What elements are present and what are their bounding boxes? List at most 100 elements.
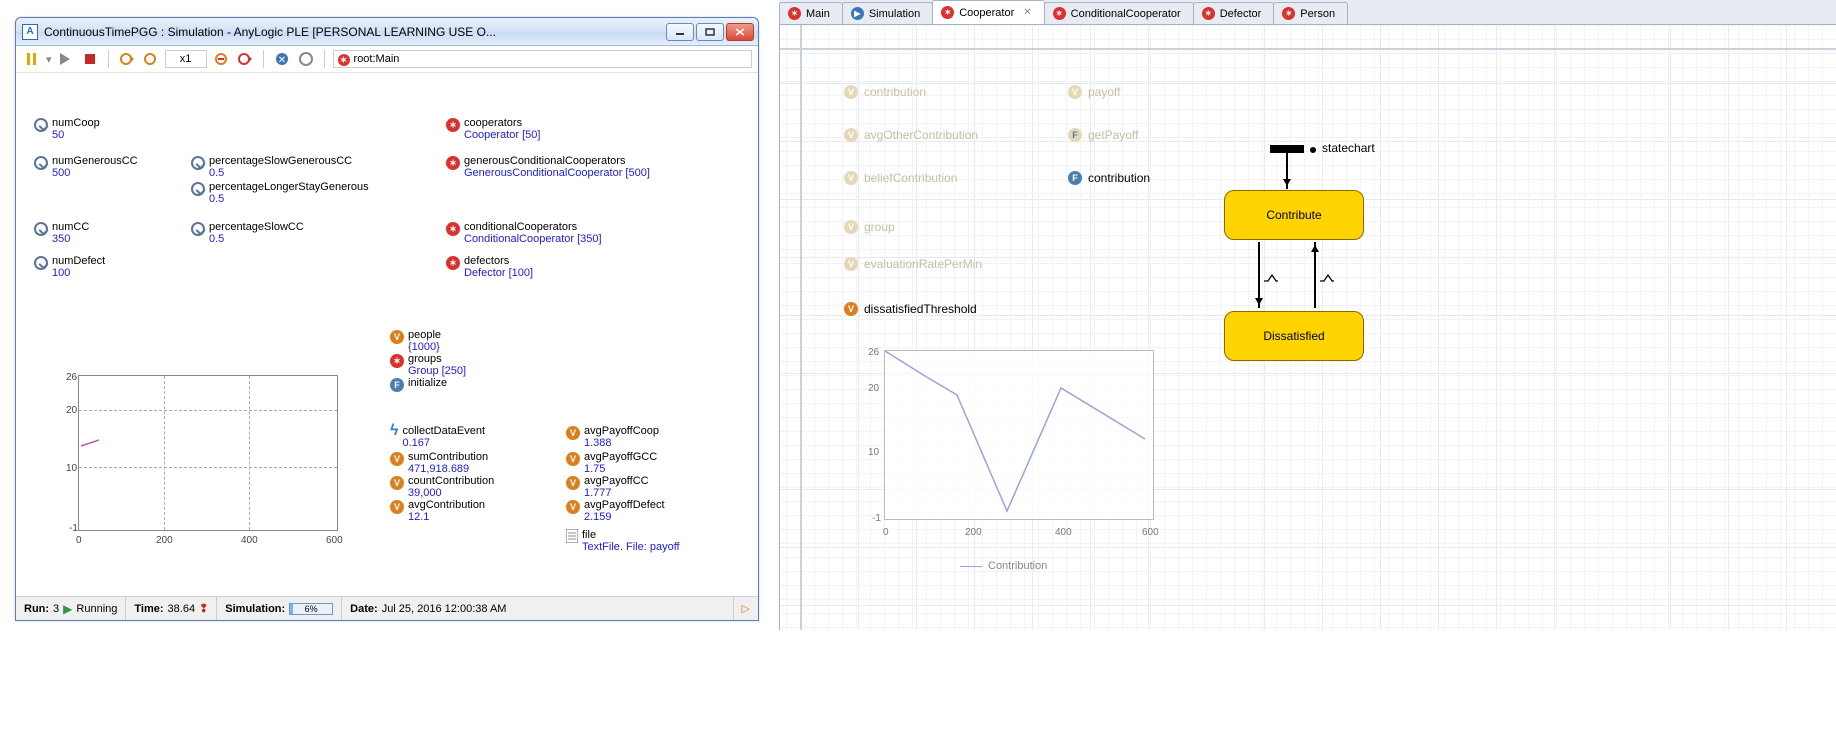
var-people[interactable]: V people {1000} bbox=[390, 329, 441, 353]
var-dissatisfiedThreshold[interactable]: VdissatisfiedThreshold bbox=[844, 302, 977, 316]
fn-label: initialize bbox=[408, 377, 447, 389]
editor-chart-plot bbox=[884, 350, 1154, 520]
x-tick: 0 bbox=[883, 527, 889, 538]
x-tick: 400 bbox=[241, 535, 258, 546]
editor-chart[interactable]: 26 20 10 -1 0 200 400 600 Contribution bbox=[850, 350, 1160, 565]
variable-icon: V bbox=[566, 426, 580, 440]
var-sumContribution[interactable]: V sumContribution 471,918.689 bbox=[390, 451, 488, 475]
tab-cooperator[interactable]: ✶Cooperator✕ bbox=[932, 0, 1044, 24]
close-button[interactable] bbox=[726, 23, 754, 41]
file-label: file bbox=[582, 529, 596, 541]
var-payoff[interactable]: Vpayoff bbox=[1068, 85, 1120, 99]
fn-contribution[interactable]: Fcontribution bbox=[1068, 171, 1150, 185]
fn-initialize[interactable]: F initialize bbox=[390, 377, 447, 392]
var-avgPayoffCC[interactable]: V avgPayoffCC 1.777 bbox=[566, 475, 649, 499]
agent-label: generousConditionalCooperators bbox=[464, 155, 625, 167]
var-avgPayoffCoop[interactable]: V avgPayoffCoop 1.388 bbox=[566, 425, 659, 449]
file-output[interactable]: file TextFile. File: payoff bbox=[566, 529, 680, 553]
agent-type: Defector [100] bbox=[464, 267, 533, 279]
nav-button-2[interactable] bbox=[296, 49, 316, 69]
running-icon: ▶ bbox=[63, 602, 72, 616]
parameter-icon bbox=[34, 156, 48, 170]
realtime-button[interactable] bbox=[141, 49, 161, 69]
var-avgPayoffDefect[interactable]: V avgPayoffDefect 2.159 bbox=[566, 499, 665, 523]
var-beliefContribution[interactable]: VbeliefContribution bbox=[844, 171, 957, 185]
stat-value: 1.388 bbox=[584, 437, 659, 449]
stat-label: countContribution bbox=[408, 475, 494, 487]
tab-label: Main bbox=[806, 8, 830, 20]
stat-label: avgPayoffCoop bbox=[584, 425, 659, 437]
speed-up-button[interactable] bbox=[235, 49, 255, 69]
stop-button[interactable] bbox=[80, 49, 100, 69]
state-contribute[interactable]: Contribute bbox=[1224, 190, 1364, 240]
svg-text:✕: ✕ bbox=[277, 55, 285, 66]
var-avgPayoffGCC[interactable]: V avgPayoffGCC 1.75 bbox=[566, 451, 657, 475]
param-numGenerousCC[interactable]: numGenerousCC 500 bbox=[34, 155, 138, 179]
tab-main[interactable]: ✶Main bbox=[779, 2, 843, 24]
var-evaluationRatePerMin[interactable]: VevaluationRatePerMin bbox=[844, 257, 982, 271]
toolbar: ▾ x1 ✕ ✶ root:Main bbox=[16, 46, 758, 73]
stat-value: 471,918.689 bbox=[408, 463, 488, 475]
tab-label: Simulation bbox=[869, 8, 920, 20]
var-countContribution[interactable]: V countContribution 39,000 bbox=[390, 475, 494, 499]
file-value: TextFile. File: payoff bbox=[582, 541, 680, 553]
tab-conditionalcooperator[interactable]: ✶ConditionalCooperator bbox=[1044, 2, 1194, 24]
param-value: 350 bbox=[52, 233, 89, 245]
event-collectData[interactable]: ϟ collectDataEvent 0.167 bbox=[390, 425, 485, 449]
var-avgContribution[interactable]: V avgContribution 12.1 bbox=[390, 499, 485, 523]
y-tick: -1 bbox=[872, 513, 881, 524]
agent-cooperators[interactable]: ✶ cooperators Cooperator [50] bbox=[446, 117, 540, 141]
rate-icon bbox=[1264, 273, 1278, 283]
param-numDefect[interactable]: numDefect 100 bbox=[34, 255, 105, 279]
running-text: Running bbox=[76, 603, 117, 615]
var-group[interactable]: Vgroup bbox=[844, 220, 895, 234]
param-pctSlowCC[interactable]: percentageSlowCC 0.5 bbox=[191, 221, 304, 245]
fn-getPayoff[interactable]: FgetPayoff bbox=[1068, 128, 1138, 142]
left-chart: 26 20 10 -1 0 200 400 600 bbox=[46, 375, 346, 551]
param-numCoop[interactable]: numCoop 50 bbox=[34, 117, 100, 141]
agent-groups[interactable]: ✶ groups Group [250] bbox=[390, 353, 466, 377]
function-icon: F bbox=[1068, 128, 1082, 142]
minimize-button[interactable] bbox=[666, 23, 694, 41]
param-pctSlowGenCC[interactable]: percentageSlowGenerousCC 0.5 bbox=[191, 155, 352, 179]
tab-person[interactable]: ✶Person bbox=[1273, 2, 1348, 24]
variable-icon: V bbox=[844, 257, 858, 271]
slow-button[interactable] bbox=[117, 49, 137, 69]
var-avgOtherContribution[interactable]: VavgOtherContribution bbox=[844, 128, 978, 142]
tab-simulation[interactable]: ▶Simulation bbox=[842, 2, 933, 24]
variable-icon: V bbox=[844, 171, 858, 185]
status-step-button[interactable]: ▷ bbox=[734, 597, 758, 620]
editor-canvas[interactable]: Vcontribution Vpayoff VavgOtherContribut… bbox=[779, 25, 1836, 630]
pause-button[interactable] bbox=[22, 49, 42, 69]
tab-label: Cooperator bbox=[959, 7, 1014, 19]
agent-label: groups bbox=[408, 353, 442, 365]
statechart-entry[interactable] bbox=[1270, 145, 1304, 153]
agent-label: defectors bbox=[464, 255, 509, 267]
maximize-button[interactable] bbox=[696, 23, 724, 41]
agent-condCoop[interactable]: ✶ conditionalCooperators ConditionalCoop… bbox=[446, 221, 602, 245]
transition-down[interactable] bbox=[1258, 242, 1260, 308]
agent-generousCC[interactable]: ✶ generousConditionalCooperators Generou… bbox=[446, 155, 650, 179]
param-pctLongerStayGen[interactable]: percentageLongerStayGenerous 0.5 bbox=[191, 181, 369, 205]
state-dissatisfied[interactable]: Dissatisfied bbox=[1224, 311, 1364, 361]
parameter-icon bbox=[34, 118, 48, 132]
stat-label: avgContribution bbox=[408, 499, 485, 511]
titlebar[interactable]: A ContinuousTimePGG : Simulation - AnyLo… bbox=[16, 18, 758, 46]
editor-pane: ✶Main ▶Simulation ✶Cooperator✕ ✶Conditio… bbox=[779, 0, 1836, 630]
var-contribution[interactable]: Vcontribution bbox=[844, 85, 926, 99]
param-numCC[interactable]: numCC 350 bbox=[34, 221, 89, 245]
y-tick: 20 bbox=[868, 383, 879, 394]
path-breadcrumb[interactable]: ✶ root:Main bbox=[333, 50, 752, 68]
tab-defector[interactable]: ✶Defector bbox=[1193, 2, 1275, 24]
transition-up[interactable] bbox=[1314, 242, 1316, 308]
editor-chart-line bbox=[885, 351, 1155, 521]
close-icon[interactable]: ✕ bbox=[1023, 7, 1031, 18]
nav-button-1[interactable]: ✕ bbox=[272, 49, 292, 69]
play-button[interactable] bbox=[56, 49, 76, 69]
stat-value: 12.1 bbox=[408, 511, 485, 523]
speed-down-button[interactable] bbox=[211, 49, 231, 69]
agent-icon: ✶ bbox=[446, 118, 460, 132]
speed-display[interactable]: x1 bbox=[165, 50, 207, 68]
tb-separator-text: ▾ bbox=[46, 53, 52, 66]
agent-defectors[interactable]: ✶ defectors Defector [100] bbox=[446, 255, 533, 279]
